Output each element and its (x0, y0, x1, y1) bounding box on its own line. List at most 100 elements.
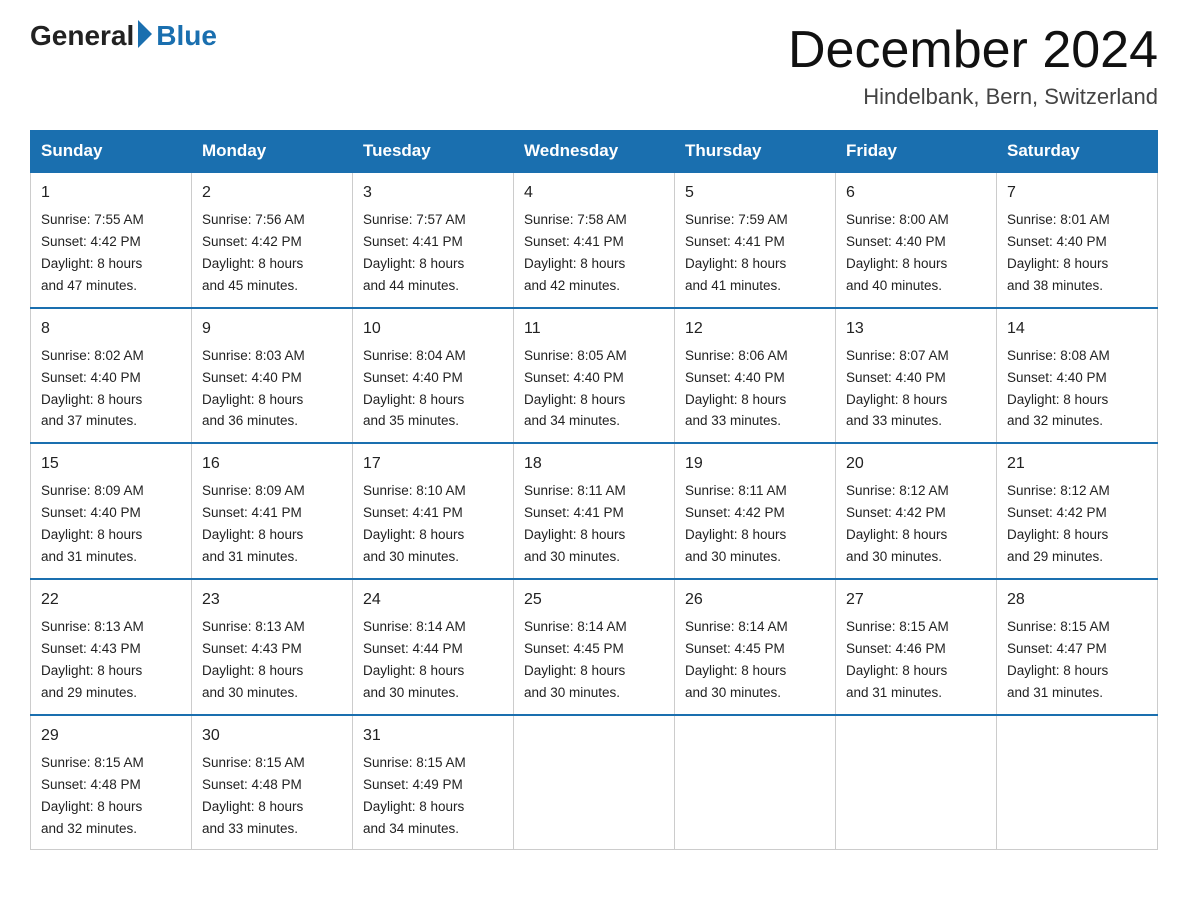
day-number: 8 (41, 317, 181, 341)
day-number: 9 (202, 317, 342, 341)
day-info: Sunrise: 8:15 AMSunset: 4:46 PMDaylight:… (846, 619, 949, 700)
day-number: 7 (1007, 181, 1147, 205)
day-number: 3 (363, 181, 503, 205)
day-info: Sunrise: 7:59 AMSunset: 4:41 PMDaylight:… (685, 212, 788, 293)
table-row: 11 Sunrise: 8:05 AMSunset: 4:40 PMDaylig… (514, 308, 675, 444)
table-row: 31 Sunrise: 8:15 AMSunset: 4:49 PMDaylig… (353, 715, 514, 850)
table-row (514, 715, 675, 850)
calendar-header-row: Sunday Monday Tuesday Wednesday Thursday… (31, 131, 1158, 173)
col-friday: Friday (836, 131, 997, 173)
day-number: 4 (524, 181, 664, 205)
day-info: Sunrise: 8:04 AMSunset: 4:40 PMDaylight:… (363, 348, 466, 429)
day-info: Sunrise: 8:03 AMSunset: 4:40 PMDaylight:… (202, 348, 305, 429)
table-row: 25 Sunrise: 8:14 AMSunset: 4:45 PMDaylig… (514, 579, 675, 715)
table-row (836, 715, 997, 850)
table-row (997, 715, 1158, 850)
day-number: 27 (846, 588, 986, 612)
day-number: 25 (524, 588, 664, 612)
col-wednesday: Wednesday (514, 131, 675, 173)
day-number: 21 (1007, 452, 1147, 476)
col-monday: Monday (192, 131, 353, 173)
table-row: 17 Sunrise: 8:10 AMSunset: 4:41 PMDaylig… (353, 443, 514, 579)
day-info: Sunrise: 8:13 AMSunset: 4:43 PMDaylight:… (41, 619, 144, 700)
table-row (675, 715, 836, 850)
table-row: 26 Sunrise: 8:14 AMSunset: 4:45 PMDaylig… (675, 579, 836, 715)
day-number: 26 (685, 588, 825, 612)
table-row: 27 Sunrise: 8:15 AMSunset: 4:46 PMDaylig… (836, 579, 997, 715)
page-header: General Blue December 2024 Hindelbank, B… (30, 20, 1158, 110)
day-number: 19 (685, 452, 825, 476)
day-number: 15 (41, 452, 181, 476)
table-row: 21 Sunrise: 8:12 AMSunset: 4:42 PMDaylig… (997, 443, 1158, 579)
day-number: 30 (202, 724, 342, 748)
table-row: 30 Sunrise: 8:15 AMSunset: 4:48 PMDaylig… (192, 715, 353, 850)
table-row: 23 Sunrise: 8:13 AMSunset: 4:43 PMDaylig… (192, 579, 353, 715)
table-row: 20 Sunrise: 8:12 AMSunset: 4:42 PMDaylig… (836, 443, 997, 579)
day-info: Sunrise: 8:10 AMSunset: 4:41 PMDaylight:… (363, 483, 466, 564)
logo-blue-text: Blue (156, 20, 217, 52)
day-info: Sunrise: 8:09 AMSunset: 4:41 PMDaylight:… (202, 483, 305, 564)
day-number: 13 (846, 317, 986, 341)
day-info: Sunrise: 8:14 AMSunset: 4:45 PMDaylight:… (524, 619, 627, 700)
day-number: 17 (363, 452, 503, 476)
col-sunday: Sunday (31, 131, 192, 173)
table-row: 5 Sunrise: 7:59 AMSunset: 4:41 PMDayligh… (675, 172, 836, 308)
title-block: December 2024 Hindelbank, Bern, Switzerl… (788, 20, 1158, 110)
day-info: Sunrise: 7:57 AMSunset: 4:41 PMDaylight:… (363, 212, 466, 293)
day-number: 16 (202, 452, 342, 476)
day-number: 24 (363, 588, 503, 612)
logo-general: General Blue (30, 20, 217, 52)
day-number: 6 (846, 181, 986, 205)
table-row: 18 Sunrise: 8:11 AMSunset: 4:41 PMDaylig… (514, 443, 675, 579)
day-info: Sunrise: 8:01 AMSunset: 4:40 PMDaylight:… (1007, 212, 1110, 293)
col-tuesday: Tuesday (353, 131, 514, 173)
day-info: Sunrise: 8:15 AMSunset: 4:49 PMDaylight:… (363, 755, 466, 836)
day-info: Sunrise: 8:14 AMSunset: 4:45 PMDaylight:… (685, 619, 788, 700)
logo-general-text: General (30, 20, 134, 52)
day-number: 31 (363, 724, 503, 748)
table-row: 12 Sunrise: 8:06 AMSunset: 4:40 PMDaylig… (675, 308, 836, 444)
col-thursday: Thursday (675, 131, 836, 173)
day-info: Sunrise: 8:12 AMSunset: 4:42 PMDaylight:… (1007, 483, 1110, 564)
day-number: 29 (41, 724, 181, 748)
day-info: Sunrise: 7:58 AMSunset: 4:41 PMDaylight:… (524, 212, 627, 293)
day-info: Sunrise: 7:56 AMSunset: 4:42 PMDaylight:… (202, 212, 305, 293)
logo: General Blue (30, 20, 217, 52)
day-info: Sunrise: 8:07 AMSunset: 4:40 PMDaylight:… (846, 348, 949, 429)
day-number: 10 (363, 317, 503, 341)
day-number: 14 (1007, 317, 1147, 341)
table-row: 6 Sunrise: 8:00 AMSunset: 4:40 PMDayligh… (836, 172, 997, 308)
day-info: Sunrise: 8:08 AMSunset: 4:40 PMDaylight:… (1007, 348, 1110, 429)
day-number: 5 (685, 181, 825, 205)
table-row: 29 Sunrise: 8:15 AMSunset: 4:48 PMDaylig… (31, 715, 192, 850)
table-row: 28 Sunrise: 8:15 AMSunset: 4:47 PMDaylig… (997, 579, 1158, 715)
calendar-table: Sunday Monday Tuesday Wednesday Thursday… (30, 130, 1158, 850)
col-saturday: Saturday (997, 131, 1158, 173)
day-number: 20 (846, 452, 986, 476)
calendar-week-row: 15 Sunrise: 8:09 AMSunset: 4:40 PMDaylig… (31, 443, 1158, 579)
location: Hindelbank, Bern, Switzerland (788, 84, 1158, 110)
day-number: 23 (202, 588, 342, 612)
day-info: Sunrise: 8:15 AMSunset: 4:48 PMDaylight:… (202, 755, 305, 836)
table-row: 7 Sunrise: 8:01 AMSunset: 4:40 PMDayligh… (997, 172, 1158, 308)
table-row: 22 Sunrise: 8:13 AMSunset: 4:43 PMDaylig… (31, 579, 192, 715)
calendar-week-row: 8 Sunrise: 8:02 AMSunset: 4:40 PMDayligh… (31, 308, 1158, 444)
day-number: 12 (685, 317, 825, 341)
day-info: Sunrise: 8:09 AMSunset: 4:40 PMDaylight:… (41, 483, 144, 564)
calendar-week-row: 22 Sunrise: 8:13 AMSunset: 4:43 PMDaylig… (31, 579, 1158, 715)
table-row: 16 Sunrise: 8:09 AMSunset: 4:41 PMDaylig… (192, 443, 353, 579)
month-title: December 2024 (788, 20, 1158, 80)
day-number: 2 (202, 181, 342, 205)
day-number: 1 (41, 181, 181, 205)
day-info: Sunrise: 8:15 AMSunset: 4:48 PMDaylight:… (41, 755, 144, 836)
calendar-week-row: 29 Sunrise: 8:15 AMSunset: 4:48 PMDaylig… (31, 715, 1158, 850)
day-info: Sunrise: 8:02 AMSunset: 4:40 PMDaylight:… (41, 348, 144, 429)
day-number: 18 (524, 452, 664, 476)
table-row: 19 Sunrise: 8:11 AMSunset: 4:42 PMDaylig… (675, 443, 836, 579)
day-info: Sunrise: 8:13 AMSunset: 4:43 PMDaylight:… (202, 619, 305, 700)
day-info: Sunrise: 8:12 AMSunset: 4:42 PMDaylight:… (846, 483, 949, 564)
day-info: Sunrise: 8:06 AMSunset: 4:40 PMDaylight:… (685, 348, 788, 429)
table-row: 4 Sunrise: 7:58 AMSunset: 4:41 PMDayligh… (514, 172, 675, 308)
table-row: 9 Sunrise: 8:03 AMSunset: 4:40 PMDayligh… (192, 308, 353, 444)
table-row: 1 Sunrise: 7:55 AMSunset: 4:42 PMDayligh… (31, 172, 192, 308)
